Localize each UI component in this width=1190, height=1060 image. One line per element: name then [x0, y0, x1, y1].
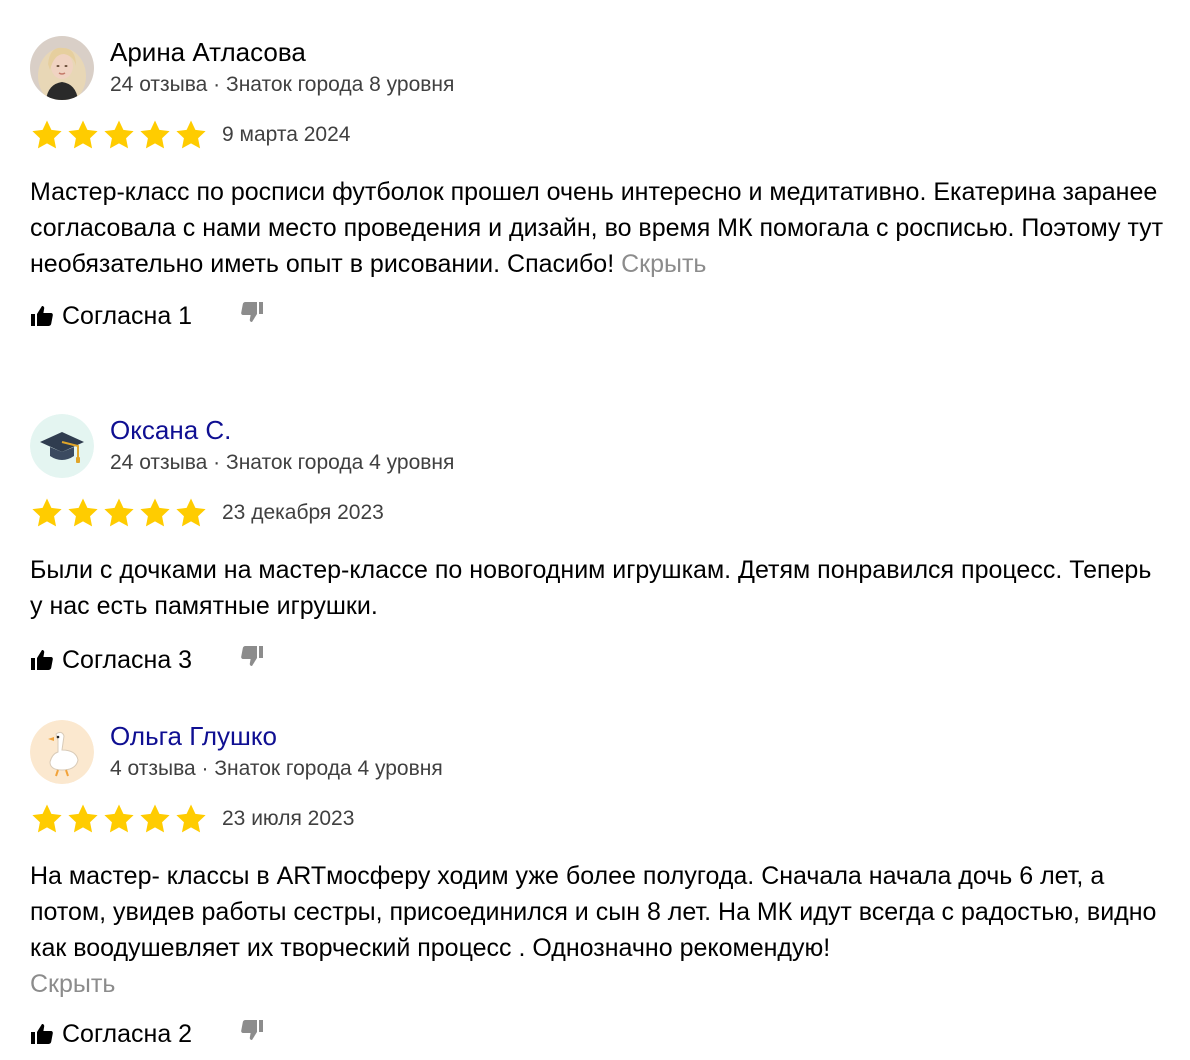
star-icon: [66, 496, 100, 530]
rating-row: 23 июля 2023: [30, 801, 1170, 839]
goose-avatar[interactable]: [30, 720, 94, 784]
author-name[interactable]: Арина Атласова: [110, 37, 306, 67]
author-name[interactable]: Оксана С.: [110, 415, 231, 445]
woman-photo-avatar[interactable]: [30, 36, 94, 100]
star-icon: [30, 496, 64, 530]
thumbs-down-icon: [240, 1018, 264, 1042]
author-meta: 24 отзыва · Знаток города 4 уровня: [110, 451, 455, 474]
author-meta: 4 отзыва · Знаток города 4 уровня: [110, 757, 443, 780]
thumbs-up-icon: [30, 1022, 54, 1046]
review-text: Были с дочками на мастер-классе по новог…: [30, 552, 1170, 624]
star-icon: [30, 802, 64, 836]
like-label: Согласна 3: [62, 646, 193, 674]
star-icon: [138, 496, 172, 530]
review-card: Ольга Глушко 4 отзыва · Знаток города 4 …: [30, 720, 1170, 1054]
like-button[interactable]: Согласна 3: [30, 644, 192, 676]
review-text: Мастер-класс по росписи футболок прошел …: [30, 174, 1170, 282]
star-icon: [174, 802, 208, 836]
review-body: Мастер-класс по росписи футболок прошел …: [30, 178, 1164, 278]
star-icon: [138, 118, 172, 152]
like-label: Согласна 1: [62, 302, 193, 330]
star-icon: [174, 496, 208, 530]
review-reactions: Согласна 1: [30, 300, 1170, 336]
rating-stars: [30, 802, 210, 836]
rating-stars: [30, 496, 210, 530]
review-author: Ольга Глушко 4 отзыва · Знаток города 4 …: [30, 720, 1170, 788]
review-body: Были с дочками на мастер-классе по новог…: [30, 556, 1152, 620]
rating-row: 23 декабря 2023: [30, 495, 1170, 533]
star-icon: [102, 118, 136, 152]
review-reactions: Согласна 3: [30, 644, 1170, 680]
dislike-button[interactable]: [240, 1018, 264, 1042]
author-name[interactable]: Ольга Глушко: [110, 721, 277, 751]
like-label: Согласна 2: [62, 1020, 193, 1048]
author-meta: 24 отзыва · Знаток города 8 уровня: [110, 73, 455, 96]
review-reactions: Согласна 2: [30, 1018, 1170, 1054]
review-date: 23 июля 2023: [222, 807, 355, 830]
star-icon: [66, 802, 100, 836]
review-date: 9 марта 2024: [222, 123, 351, 146]
thumbs-up-icon: [30, 304, 54, 328]
star-icon: [102, 802, 136, 836]
review-author: Оксана С. 24 отзыва · Знаток города 4 ур…: [30, 414, 1170, 482]
review-card: Арина Атласова 24 отзыва · Знаток города…: [30, 36, 1170, 336]
review-author: Арина Атласова 24 отзыва · Знаток города…: [30, 36, 1170, 104]
thumbs-down-icon: [240, 300, 264, 324]
graduation-cap-avatar[interactable]: [30, 414, 94, 478]
star-icon: [30, 118, 64, 152]
review-card: Оксана С. 24 отзыва · Знаток города 4 ур…: [30, 414, 1170, 680]
star-icon: [138, 802, 172, 836]
thumbs-up-icon: [30, 648, 54, 672]
review-date: 23 декабря 2023: [222, 501, 384, 524]
rating-stars: [30, 118, 210, 152]
star-icon: [102, 496, 136, 530]
hide-link[interactable]: Скрыть: [621, 250, 706, 278]
star-icon: [174, 118, 208, 152]
hide-link[interactable]: Скрыть: [30, 970, 115, 998]
dislike-button[interactable]: [240, 644, 264, 668]
dislike-button[interactable]: [240, 300, 264, 324]
rating-row: 9 марта 2024: [30, 117, 1170, 155]
review-text: На мастер- классы в ARTмосферу ходим уже…: [30, 858, 1170, 1002]
like-button[interactable]: Согласна 2: [30, 1018, 192, 1050]
review-body: На мастер- классы в ARTмосферу ходим уже…: [30, 862, 1157, 962]
thumbs-down-icon: [240, 644, 264, 668]
like-button[interactable]: Согласна 1: [30, 300, 192, 332]
star-icon: [66, 118, 100, 152]
